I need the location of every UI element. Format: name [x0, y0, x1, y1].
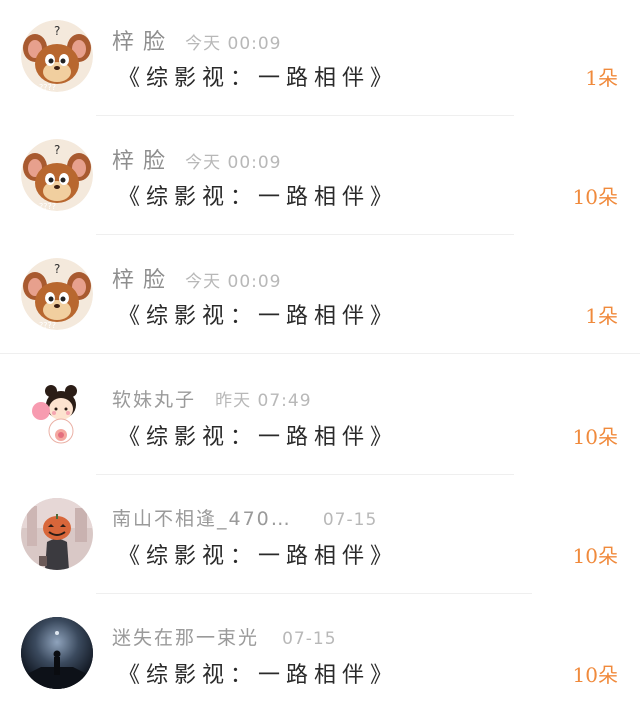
message-header: 南山不相逢_470… 07-15 [112, 504, 377, 531]
message-text: 《综影视：一路相伴》 [118, 66, 399, 91]
svg-text:????: ???? [39, 321, 56, 330]
message-header: 梓 脸 今天 00:09 [112, 24, 282, 56]
jerry-mouse-avatar[interactable]: ? ???? [21, 258, 93, 330]
message-time: 今天 00:09 [185, 153, 282, 173]
jerry-mouse-avatar[interactable]: ? ???? [21, 20, 93, 92]
message-text: 《综影视：一路相伴》 [118, 663, 399, 688]
message-text: 《综影视：一路相伴》 [118, 425, 399, 450]
night-figure-avatar[interactable] [21, 617, 93, 689]
message-text: 《综影视：一路相伴》 [118, 544, 399, 569]
cartoon-girl-avatar[interactable] [21, 379, 93, 451]
list-item[interactable]: ? ???? 梓 脸 今天 00:09 《综影视：一路相伴》 1朵 [0, 0, 640, 119]
row-divider [96, 234, 514, 235]
sender-name[interactable]: 梓 脸 [112, 149, 166, 174]
sender-name[interactable]: 迷失在那一束光 [112, 627, 259, 649]
cartoon-girl-avatar-icon [21, 379, 93, 451]
message-header: 梓 脸 今天 00:09 [112, 143, 282, 175]
gift-message-list: ? ???? 梓 脸 今天 00:09 《综影视：一路相伴》 1朵 ? ????… [0, 0, 640, 708]
svg-text:?: ? [54, 262, 60, 276]
gift-count: 10朵 [572, 185, 618, 209]
message-header: 迷失在那一束光 07-15 [112, 623, 337, 650]
jerry-mouse-avatar-icon: ? ???? [21, 20, 93, 92]
night-figure-avatar-icon [21, 617, 93, 689]
sender-name[interactable]: 梓 脸 [112, 268, 166, 293]
row-divider [0, 353, 640, 354]
gift-count: 10朵 [572, 425, 618, 449]
list-item[interactable]: 软妹丸子 昨天 07:49 《综影视：一路相伴》 10朵 [0, 357, 640, 476]
message-time: 昨天 07:49 [215, 391, 312, 411]
message-header: 软妹丸子 昨天 07:49 [112, 385, 312, 412]
gift-count: 1朵 [585, 66, 618, 90]
row-divider [96, 593, 532, 594]
svg-text:????: ???? [39, 202, 56, 211]
row-divider [96, 115, 514, 116]
sender-name[interactable]: 软妹丸子 [112, 389, 196, 411]
message-header: 梓 脸 今天 00:09 [112, 262, 282, 294]
gift-count: 1朵 [585, 304, 618, 328]
pumpkin-head-avatar-icon [21, 498, 93, 570]
sender-name[interactable]: 南山不相逢_470… [112, 508, 292, 530]
gift-count: 10朵 [572, 544, 618, 568]
list-item[interactable]: 迷失在那一束光 07-15 《综影视：一路相伴》 10朵 [0, 595, 640, 714]
message-text: 《综影视：一路相伴》 [118, 185, 399, 210]
jerry-mouse-avatar[interactable]: ? ???? [21, 139, 93, 211]
jerry-mouse-avatar-icon: ? ???? [21, 258, 93, 330]
message-time: 07-15 [322, 510, 378, 530]
message-time: 07-15 [282, 629, 337, 649]
svg-text:????: ???? [39, 83, 56, 92]
sender-name[interactable]: 梓 脸 [112, 30, 166, 55]
jerry-mouse-avatar-icon: ? ???? [21, 139, 93, 211]
gift-count: 10朵 [572, 663, 618, 687]
message-time: 今天 00:09 [185, 34, 282, 54]
svg-text:?: ? [54, 24, 60, 38]
list-item[interactable]: ? ???? 梓 脸 今天 00:09 《综影视：一路相伴》 10朵 [0, 119, 640, 238]
pumpkin-head-avatar[interactable] [21, 498, 93, 570]
message-time: 今天 00:09 [185, 272, 282, 292]
message-text: 《综影视：一路相伴》 [118, 304, 399, 329]
list-item[interactable]: 南山不相逢_470… 07-15 《综影视：一路相伴》 10朵 [0, 476, 640, 595]
svg-text:?: ? [54, 143, 60, 157]
list-item[interactable]: ? ???? 梓 脸 今天 00:09 《综影视：一路相伴》 1朵 [0, 238, 640, 357]
row-divider [96, 474, 514, 475]
